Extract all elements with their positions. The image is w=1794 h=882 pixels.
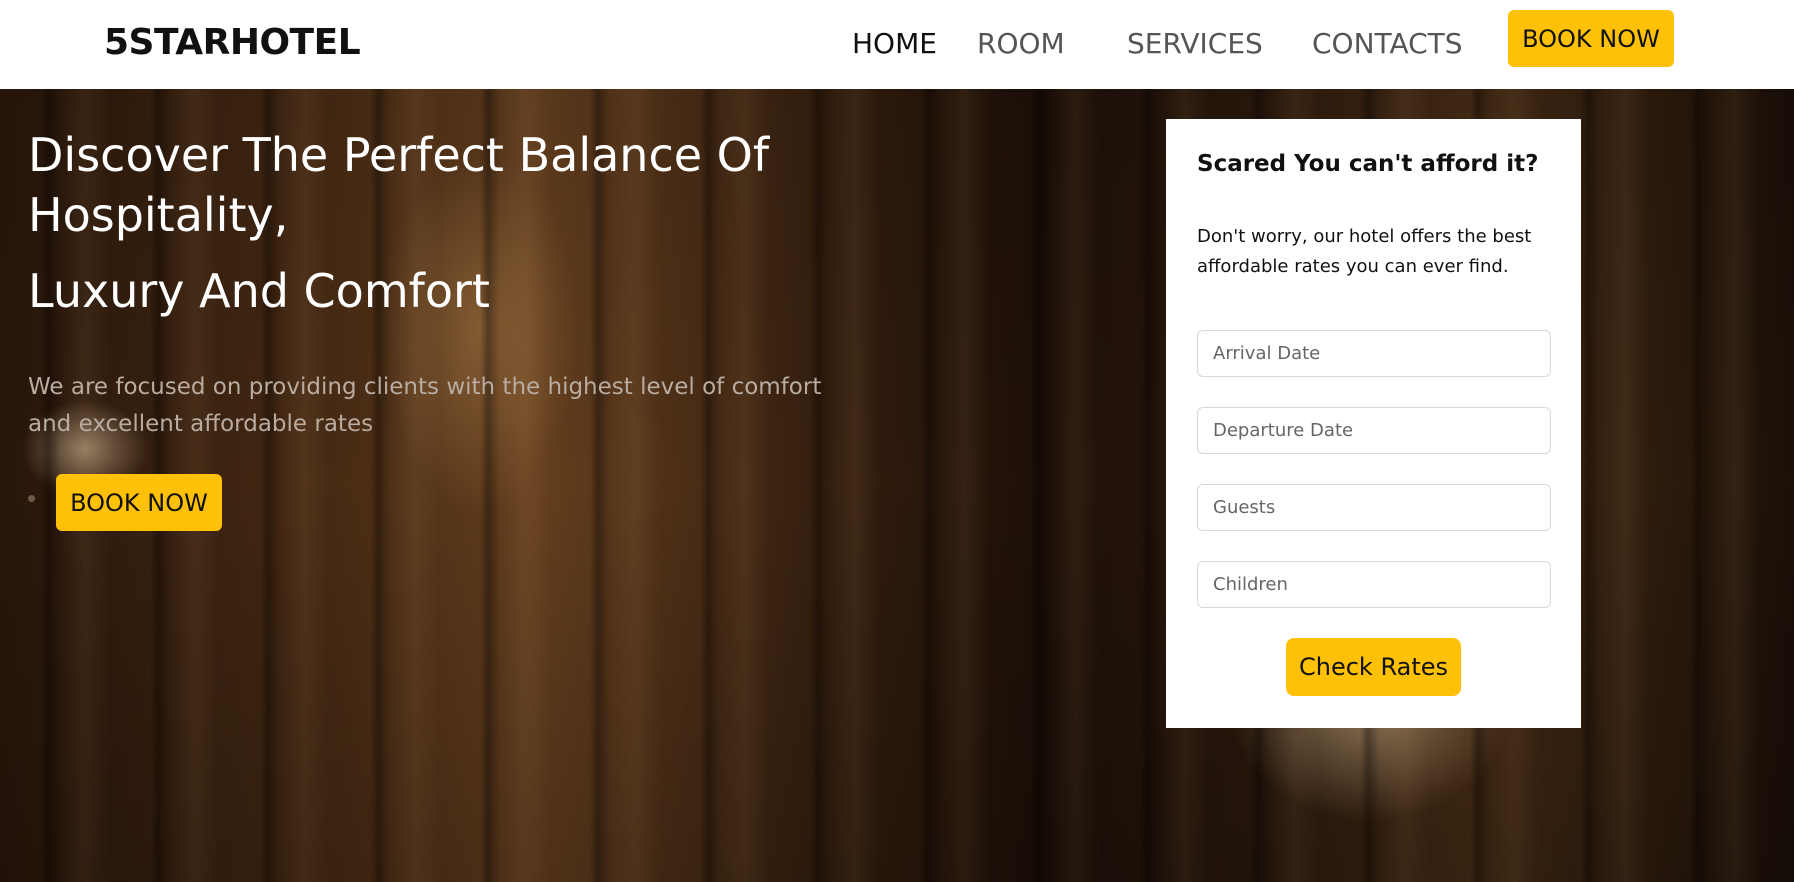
nav-book-now-button[interactable]: BOOK NOW: [1508, 10, 1674, 67]
arrival-date-input[interactable]: [1197, 330, 1551, 377]
nav-link-services[interactable]: SERVICES: [1127, 27, 1263, 60]
top-navbar: 5STARHOTEL HOME ROOM SERVICES CONTACTS B…: [0, 0, 1794, 89]
brand-logo[interactable]: 5STARHOTEL: [104, 22, 361, 63]
children-input[interactable]: [1197, 561, 1551, 608]
guests-input[interactable]: [1197, 484, 1551, 531]
hero-section: Discover The Perfect Balance Of Hospital…: [0, 89, 1794, 882]
booking-card: Scared You can't afford it? Don't worry,…: [1166, 119, 1581, 728]
departure-date-input[interactable]: [1197, 407, 1551, 454]
check-rates-button[interactable]: Check Rates: [1286, 638, 1461, 696]
nav-link-contacts[interactable]: CONTACTS: [1312, 27, 1463, 60]
booking-card-title: Scared You can't afford it?: [1197, 151, 1539, 177]
hero-title-line-2: Luxury And Comfort: [28, 264, 490, 318]
hero-subtitle: We are focused on providing clients with…: [28, 374, 822, 437]
list-bullet-icon: [28, 495, 35, 502]
nav-link-home[interactable]: HOME: [852, 27, 937, 60]
hero-title-line-1: Discover The Perfect Balance Of Hospital…: [28, 128, 770, 242]
booking-card-text: Don't worry, our hotel offers the best a…: [1197, 226, 1532, 277]
nav-link-room[interactable]: ROOM: [977, 27, 1065, 60]
hero-book-now-button[interactable]: BOOK NOW: [56, 474, 222, 531]
